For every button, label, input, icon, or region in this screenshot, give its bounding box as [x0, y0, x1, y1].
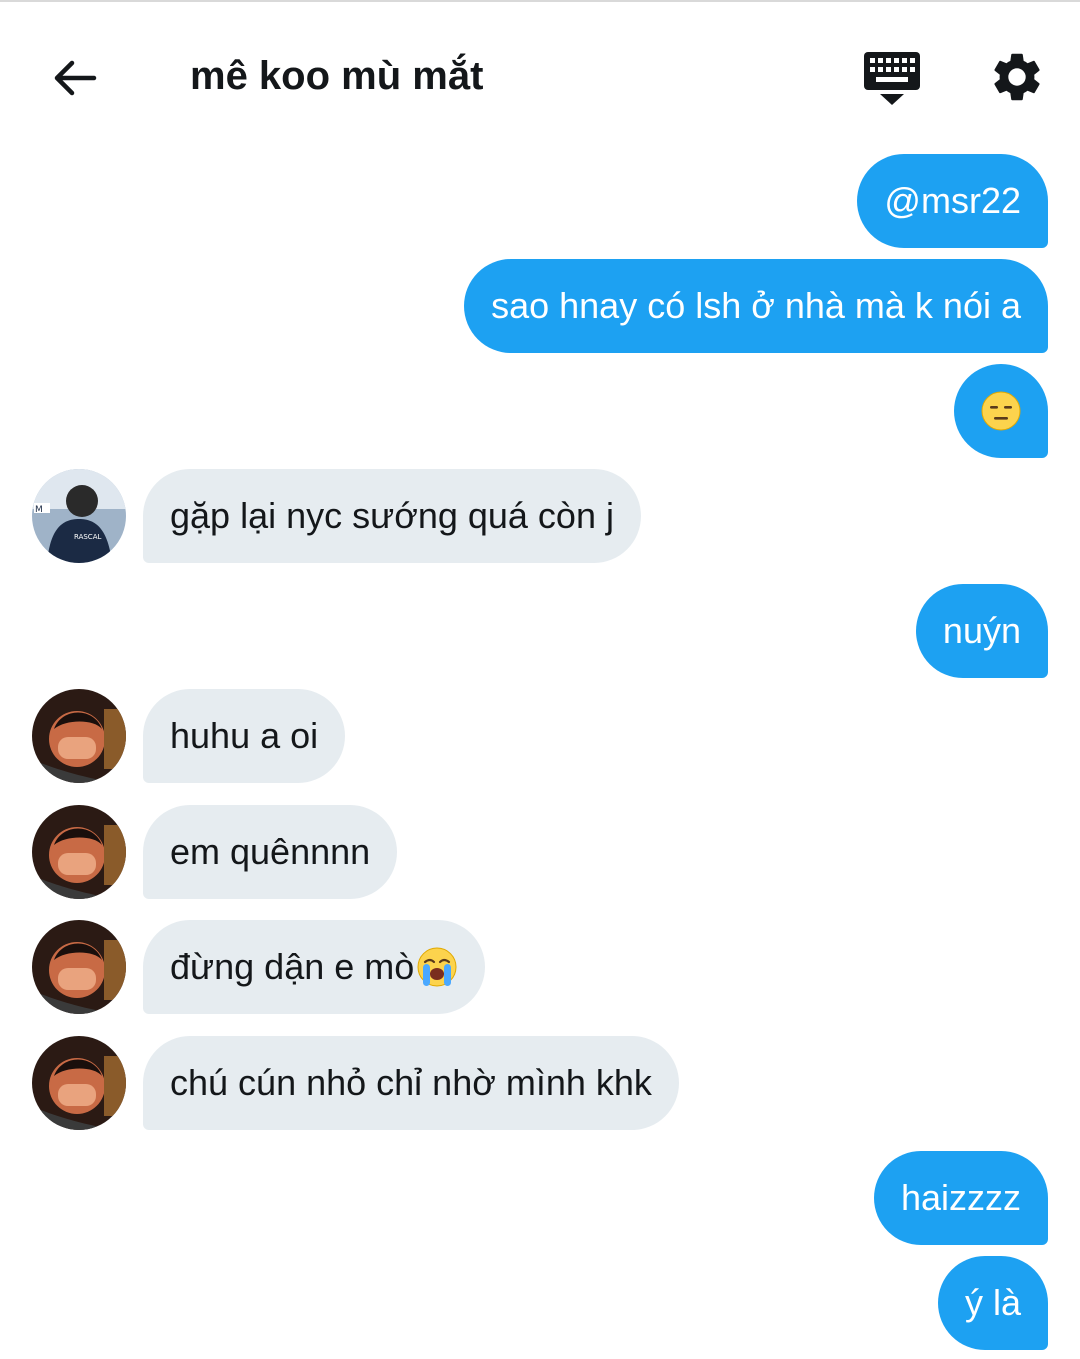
message-bubble-outgoing[interactable]: haizzzz — [873, 1151, 1048, 1245]
keyboard-icon — [864, 52, 920, 105]
message-bubble-outgoing[interactable]: @msr22 — [857, 154, 1048, 248]
gear-icon — [994, 53, 1040, 101]
message-bubble-incoming[interactable]: em quênnnn — [143, 805, 398, 899]
message-text: nuýn — [942, 610, 1021, 651]
message-text: gặp lại nyc sướng quá còn j — [170, 495, 614, 536]
message-bubble-outgoing[interactable]: nuýn — [915, 584, 1048, 678]
message-text: đừng dận e mò — [170, 946, 415, 987]
conversation-header: mê koo mù mắt — [0, 2, 1080, 152]
avatar[interactable] — [32, 1036, 126, 1130]
message-bubble-incoming[interactable]: gặp lại nyc sướng quá còn j — [143, 469, 641, 563]
avatar[interactable] — [32, 689, 126, 783]
avatar[interactable] — [32, 805, 126, 899]
message-text: em quênnnn — [170, 831, 371, 872]
svg-text:M: M — [35, 505, 43, 515]
arrow-left-icon — [54, 60, 97, 96]
message-text: sao hnay có lsh ở nhà mà k nói a — [491, 285, 1021, 326]
message-text: haizzzz — [900, 1177, 1021, 1218]
message-text: ý là — [964, 1282, 1021, 1323]
avatar[interactable] — [32, 920, 126, 1014]
message-bubble-outgoing[interactable]: sao hnay có lsh ở nhà mà k nói a — [464, 259, 1048, 353]
dm-conversation-screen: mê koo mù mắt @msr22 sao hnay có lsh ở n… — [0, 0, 1080, 1359]
avatar[interactable]: M RASCAL — [32, 469, 126, 563]
message-bubble-incoming[interactable]: đừng dận e mò — [143, 920, 486, 1014]
keyboard-toggle-button[interactable] — [860, 48, 924, 110]
conversation-title: mê koo mù mắt — [190, 54, 484, 98]
expressionless-face-emoji — [981, 391, 1021, 431]
message-bubble-incoming[interactable]: chú cún nhỏ chỉ nhờ mình khk — [143, 1036, 679, 1130]
message-text: huhu a oi — [170, 715, 319, 756]
loudly-crying-face-emoji — [417, 947, 457, 987]
back-button[interactable] — [44, 48, 104, 108]
message-bubble-incoming[interactable]: huhu a oi — [143, 689, 346, 783]
message-text: @msr22 — [884, 180, 1021, 221]
settings-button[interactable] — [988, 48, 1046, 106]
message-text: chú cún nhỏ chỉ nhờ mình khk — [170, 1062, 652, 1103]
message-bubble-outgoing[interactable]: ý là — [937, 1256, 1048, 1350]
svg-text:RASCAL: RASCAL — [74, 533, 101, 541]
message-bubble-outgoing[interactable] — [954, 364, 1048, 458]
